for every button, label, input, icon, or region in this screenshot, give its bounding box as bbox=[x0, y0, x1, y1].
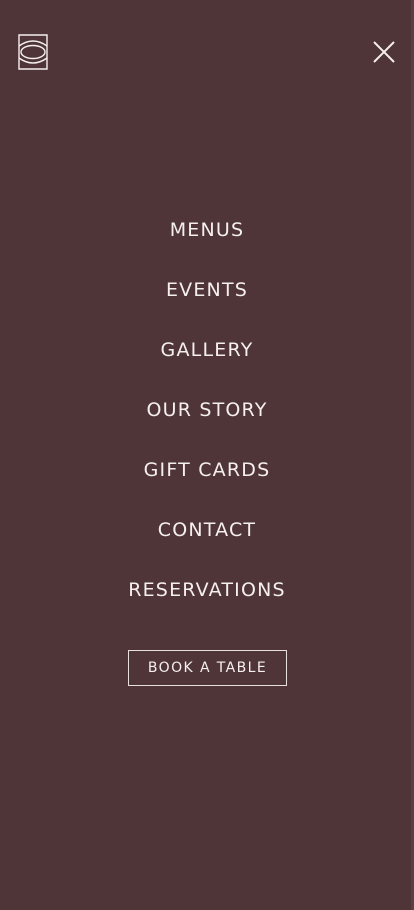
nav-item-menus: MENUS bbox=[0, 200, 414, 260]
book-a-table-button[interactable]: BOOK A TABLE bbox=[128, 650, 287, 686]
nav-link-our-story[interactable]: OUR STORY bbox=[146, 400, 267, 420]
nav-item-our-story: OUR STORY bbox=[0, 380, 414, 440]
nav-link-menus[interactable]: MENUS bbox=[170, 220, 245, 240]
nav-item-gallery: GALLERY bbox=[0, 320, 414, 380]
brand-logo-icon[interactable] bbox=[18, 34, 48, 70]
nav-link-reservations[interactable]: RESERVATIONS bbox=[128, 580, 286, 600]
nav-link-events[interactable]: EVENTS bbox=[166, 280, 248, 300]
main-nav: MENUS EVENTS GALLERY OUR STORY GIFT CARD… bbox=[0, 200, 414, 620]
nav-item-contact: CONTACT bbox=[0, 500, 414, 560]
close-menu-button[interactable] bbox=[370, 38, 398, 66]
nav-item-gift-cards: GIFT CARDS bbox=[0, 440, 414, 500]
close-icon bbox=[373, 41, 395, 63]
nav-link-contact[interactable]: CONTACT bbox=[158, 520, 257, 540]
menu-overlay: MENUS EVENTS GALLERY OUR STORY GIFT CARD… bbox=[0, 0, 414, 910]
nav-item-reservations: RESERVATIONS bbox=[0, 560, 414, 620]
nav-link-gallery[interactable]: GALLERY bbox=[161, 340, 254, 360]
nav-item-events: EVENTS bbox=[0, 260, 414, 320]
nav-link-gift-cards[interactable]: GIFT CARDS bbox=[144, 460, 271, 480]
